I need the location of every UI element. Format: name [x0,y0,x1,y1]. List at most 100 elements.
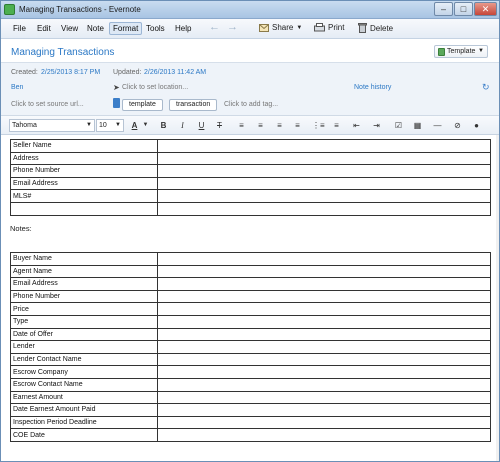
align-left-icon[interactable]: ≡ [236,120,247,131]
table-cell[interactable] [157,428,491,442]
table-cell[interactable] [157,403,491,417]
menu-tools[interactable]: Tools [146,24,165,33]
align-right-icon[interactable]: ≡ [274,120,285,131]
delete-button[interactable]: Delete [358,23,393,33]
window-title: Managing Transactions - Evernote [19,5,141,14]
table-cell[interactable]: Date of Offer [10,327,158,342]
microphone-icon[interactable]: ● [471,120,482,131]
table-cell[interactable]: Type [10,314,158,329]
table-cell[interactable] [157,151,491,166]
tag-pill[interactable]: template [122,99,163,111]
italic-icon[interactable]: I [177,120,188,131]
add-tag-field[interactable]: Click to add tag... [224,101,278,108]
note-body[interactable]: Seller Name Address Phone Number Email A… [1,135,499,461]
align-center-icon[interactable]: ≡ [255,120,266,131]
table-cell[interactable]: Phone Number [10,164,158,178]
checkbox-icon[interactable]: ☑ [393,120,404,131]
table-cell[interactable]: Lender Contact Name [10,352,158,367]
horizontal-rule-icon[interactable]: — [432,120,443,131]
table-cell[interactable]: Address [10,151,158,166]
table-cell[interactable] [157,377,491,392]
menu-format[interactable]: Format [109,22,143,35]
scrollbar[interactable] [496,135,499,461]
source-url-field[interactable]: Click to set source url... [11,101,84,108]
table-cell[interactable] [157,139,491,153]
font-size-select[interactable]: 10 ▼ [96,119,124,132]
minimize-button[interactable]: – [434,2,453,16]
table-cell[interactable] [157,340,491,354]
sync-icon[interactable]: ↻ [482,82,490,93]
table-cell[interactable] [157,352,491,367]
strikethrough-icon[interactable]: T [214,120,225,131]
table-row: Phone Number [10,289,491,304]
author-name[interactable]: Ben [11,84,23,91]
table-cell[interactable]: Phone Number [10,289,158,304]
location-field[interactable]: Click to set location... [122,84,188,91]
created-label: Created: [11,69,38,76]
table-cell[interactable] [157,365,491,379]
tag-pill[interactable]: transaction [169,99,218,111]
table-cell[interactable] [157,189,491,203]
table-cell[interactable]: Lender [10,340,158,354]
menu-file[interactable]: File [13,24,26,33]
table-cell[interactable] [157,415,491,430]
close-button[interactable]: ✕ [474,2,497,16]
back-arrow-icon[interactable]: ← [209,21,220,33]
template-button[interactable]: Template ▼ [434,45,488,58]
table-cell[interactable] [157,390,491,405]
table-cell[interactable]: Buyer Name [10,252,158,266]
table-cell[interactable] [157,277,491,291]
forward-arrow-icon[interactable]: → [227,21,238,33]
table-row: Email Address [10,277,491,291]
indent-icon[interactable]: ⇥ [371,120,382,131]
table-icon[interactable]: ▦ [412,120,423,131]
bold-icon[interactable]: B [158,120,169,131]
table-cell[interactable] [157,289,491,304]
maximize-button[interactable]: □ [454,2,473,16]
table-cell[interactable] [157,314,491,329]
table-cell[interactable]: Inspection Period Deadline [10,415,158,430]
table-cell[interactable] [157,252,491,266]
menu-help[interactable]: Help [175,24,191,33]
table-cell[interactable]: Escrow Contact Name [10,377,158,392]
table-cell[interactable] [10,201,158,216]
table-cell[interactable]: Date Earnest Amount Paid [10,403,158,417]
created-value[interactable]: 2/25/2013 8:17 PM [41,69,100,76]
table-cell[interactable]: Escrow Company [10,365,158,379]
table-row: Seller Name [10,139,491,153]
menu-edit[interactable]: Edit [37,24,51,33]
chevron-down-icon[interactable]: ▼ [140,120,151,131]
updated-value[interactable]: 2/26/2013 11:42 AM [144,69,206,76]
table-cell[interactable] [157,264,491,279]
note-history-link[interactable]: Note history [354,84,391,91]
menu-note[interactable]: Note [87,24,104,33]
table-cell[interactable]: Price [10,302,158,316]
table-cell[interactable]: Email Address [10,277,158,291]
table-cell[interactable] [157,327,491,342]
numbered-list-icon[interactable]: ≡ [331,120,342,131]
table-row: Date of Offer [10,327,491,342]
table-cell[interactable] [157,302,491,316]
table-cell[interactable]: Agent Name [10,264,158,279]
underline-icon[interactable]: U [196,120,207,131]
table-cell[interactable]: COE Date [10,428,158,442]
text-color-icon[interactable]: A [129,120,140,131]
table-cell[interactable]: Earnest Amount [10,390,158,405]
print-button[interactable]: Print [314,23,344,32]
table-cell[interactable]: Seller Name [10,139,158,153]
template-icon [438,48,445,56]
align-justify-icon[interactable]: ≡ [292,120,303,131]
outdent-icon[interactable]: ⇤ [351,120,362,131]
bullet-list-icon[interactable]: ⋮≡ [312,120,325,131]
attachment-icon[interactable]: ⊘ [452,120,463,131]
note-title[interactable]: Managing Transactions [11,47,114,58]
table-cell[interactable] [157,164,491,178]
share-button[interactable]: Share ▼ [259,23,302,32]
table-cell[interactable]: MLS# [10,189,158,203]
table-cell[interactable]: Email Address [10,176,158,191]
table-row: Price [10,302,491,316]
table-cell[interactable] [157,176,491,191]
table-cell[interactable] [157,201,491,216]
menu-view[interactable]: View [61,24,78,33]
font-family-select[interactable]: Tahoma ▼ [9,119,95,132]
